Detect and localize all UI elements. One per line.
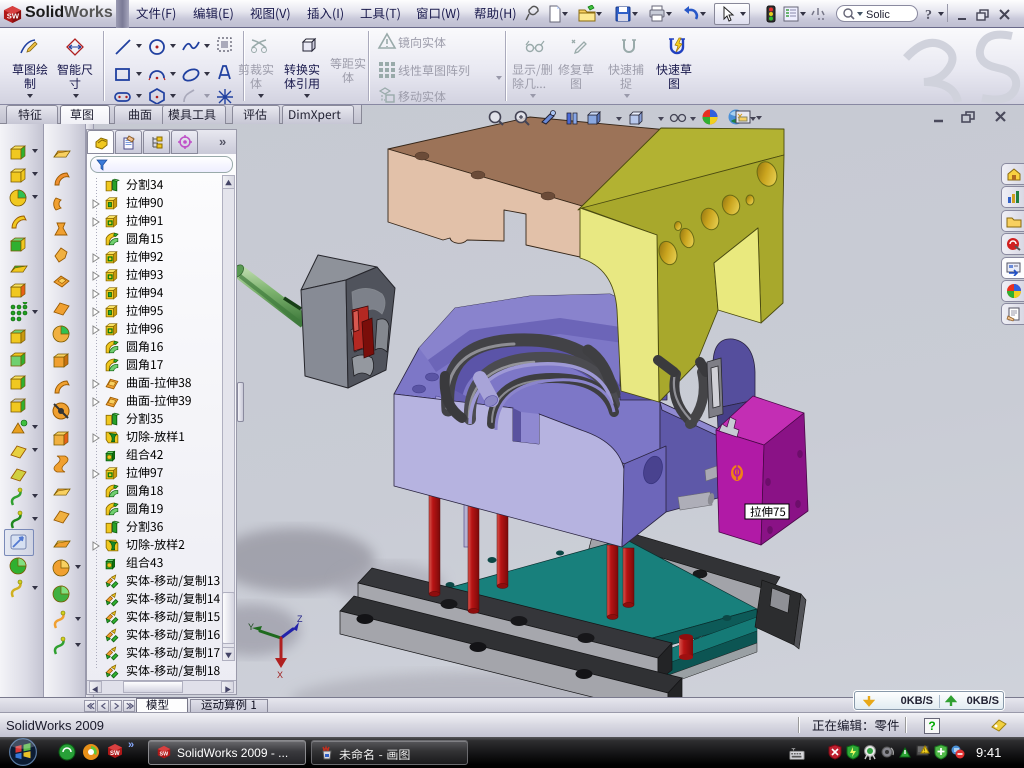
- svg-text:Solic: Solic: [866, 9, 890, 21]
- svg-text:Z: Z: [297, 614, 303, 624]
- svg-text:?: ?: [925, 8, 932, 23]
- svg-text:Y: Y: [248, 622, 254, 632]
- svg-text:SW: SW: [110, 751, 120, 757]
- svg-text:SW: SW: [7, 11, 20, 20]
- svg-text:!: !: [924, 749, 925, 755]
- svg-text:X: X: [277, 670, 283, 680]
- svg-text:SW: SW: [160, 752, 170, 758]
